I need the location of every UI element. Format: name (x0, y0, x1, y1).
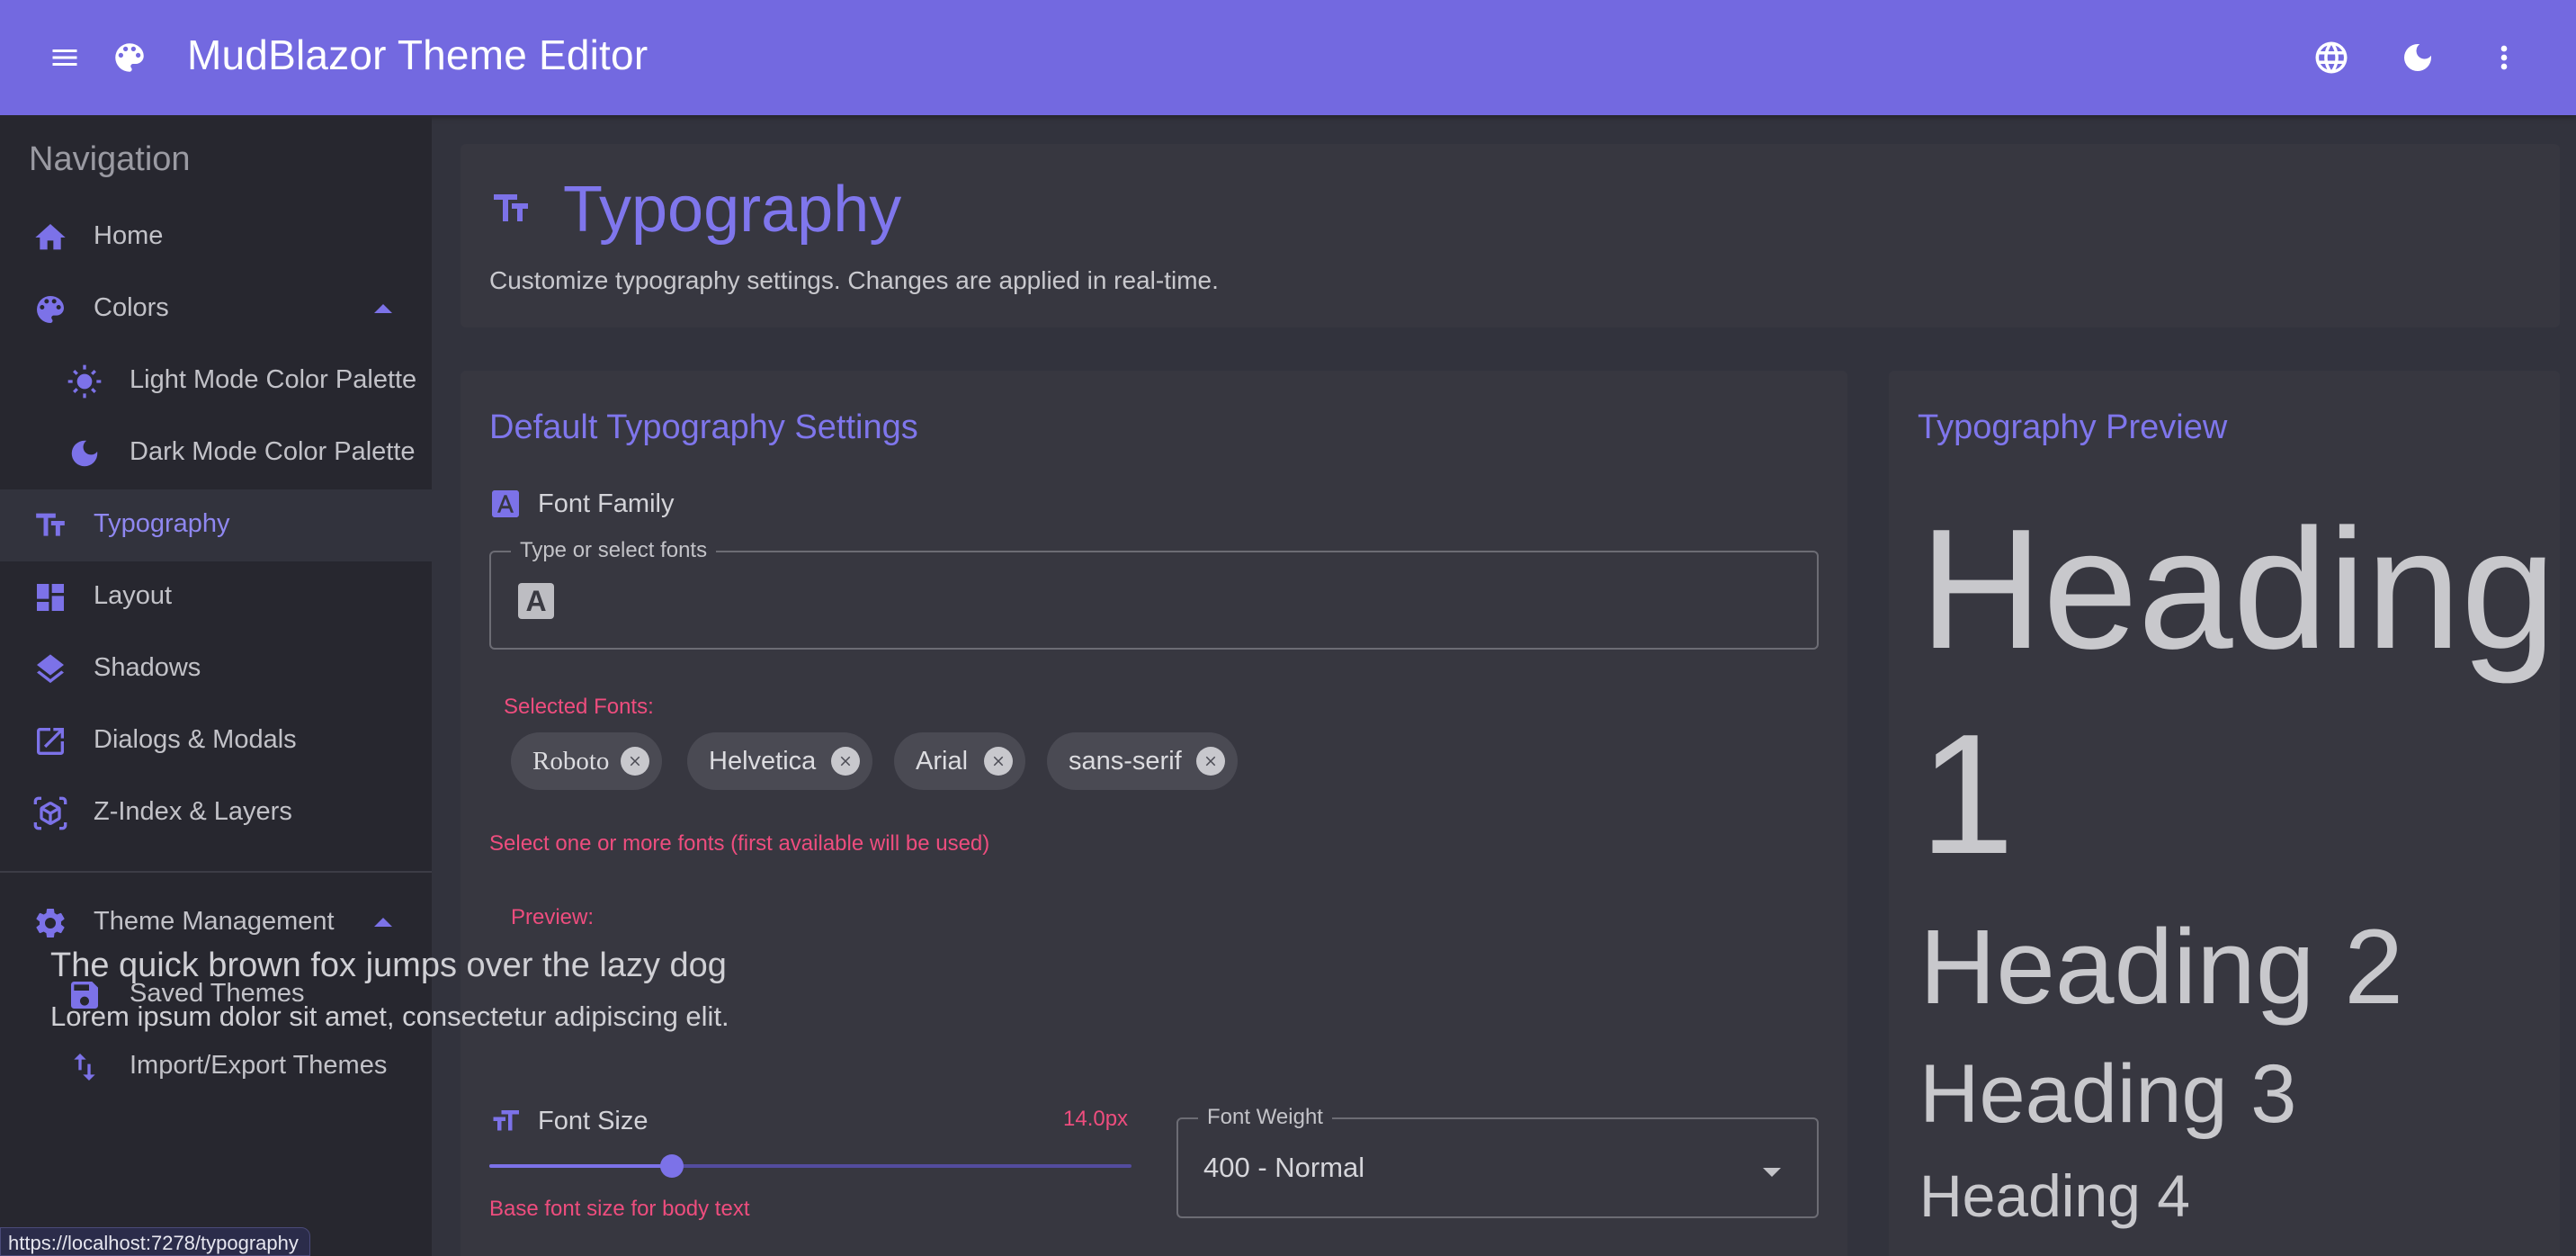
font-family-label-row: Font Family (489, 488, 674, 520)
sidebar-item-label: Colors (94, 293, 169, 322)
sidebar-item-dialogs[interactable]: Dialogs & Modals (0, 705, 432, 777)
nav-drawer: Navigation Home Colors Light Mode Color … (0, 115, 432, 1256)
font-weight-legend: Font Weight (1198, 1105, 1332, 1130)
sidebar-item-typography[interactable]: Typography (0, 489, 432, 561)
expand-less-icon[interactable] (374, 304, 392, 313)
format-size-icon (489, 1105, 522, 1137)
sidebar-item-dark-palette[interactable]: Dark Mode Color Palette (0, 417, 432, 489)
text-fields-icon (32, 507, 68, 543)
preview-sentence: The quick brown fox jumps over the lazy … (50, 946, 727, 984)
page-title: Typography (563, 174, 902, 246)
chip-close-icon[interactable] (984, 747, 1013, 776)
page-subtitle: Customize typography settings. Changes a… (489, 266, 1219, 294)
sidebar-item-home[interactable]: Home (0, 202, 432, 274)
nav-divider (0, 871, 432, 873)
dashboard-icon (32, 579, 68, 615)
font-helper-text: Select one or more fonts (first availabl… (489, 831, 990, 856)
layers-icon (32, 651, 68, 687)
expand-less-icon[interactable] (374, 918, 392, 927)
font-size-helper: Base font size for body text (489, 1197, 750, 1221)
sidebar-item-label: Import/Export Themes (130, 1051, 388, 1080)
font-letter-icon: A (518, 583, 554, 619)
sidebar-item-light-palette[interactable]: Light Mode Color Palette (0, 345, 432, 417)
sidebar-item-label: Typography (94, 509, 230, 538)
font-weight-value: 400 - Normal (1203, 1152, 1365, 1183)
menu-icon[interactable] (43, 36, 86, 79)
palette-icon (32, 292, 68, 327)
preview-label: Preview: (511, 905, 595, 929)
heading-4-preview: Heading 4 (1919, 1162, 2190, 1229)
sidebar-item-label: Dark Mode Color Palette (130, 437, 416, 466)
page-header-card: Typography Customize typography settings… (461, 144, 2560, 327)
sidebar-item-import-export[interactable]: Import/Export Themes (0, 1031, 432, 1103)
dark-mode-icon[interactable] (2396, 36, 2439, 79)
selected-fonts-label: Selected Fonts: (504, 695, 654, 719)
text-fields-icon (489, 187, 532, 230)
heading-1-preview-number: 1 (1919, 699, 2015, 890)
sidebar-item-label: Theme Management (94, 907, 335, 936)
chip-label: sans-serif (1069, 746, 1182, 776)
sidebar-item-label: Dialogs & Modals (94, 725, 297, 754)
sidebar-item-shadows[interactable]: Shadows (0, 633, 432, 705)
font-chip[interactable]: Helvetica (687, 732, 872, 790)
sidebar-item-layout[interactable]: Layout (0, 561, 432, 633)
font-size-slider-fill (489, 1164, 673, 1168)
chip-label: Helvetica (709, 746, 817, 776)
preview-lorem: Lorem ipsum dolor sit amet, consectetur … (50, 1000, 729, 1032)
heading-2-preview: Heading 2 (1919, 908, 2403, 1027)
sidebar-item-colors[interactable]: Colors (0, 274, 432, 345)
heading-3-preview: Heading 3 (1919, 1048, 2297, 1140)
sidebar-item-label: Z-Index & Layers (94, 797, 292, 826)
font-family-input[interactable]: Type or select fonts A (489, 538, 1819, 650)
status-bar-url: https://localhost:7278/typography (0, 1227, 310, 1256)
font-input-legend: Type or select fonts (511, 538, 717, 563)
font-chip[interactable]: sans-serif (1047, 732, 1238, 790)
chip-close-icon[interactable] (621, 747, 649, 776)
sun-icon (67, 363, 103, 399)
font-chip[interactable]: Roboto (511, 732, 662, 790)
settings-icon (32, 905, 68, 941)
sidebar-item-label: Light Mode Color Palette (130, 365, 417, 394)
sidebar-item-label: Layout (94, 581, 173, 610)
more-vert-icon[interactable] (2482, 36, 2526, 79)
font-weight-select[interactable]: Font Weight 400 - Normal (1176, 1105, 1819, 1218)
chip-label: Roboto (532, 746, 610, 776)
moon-icon (67, 435, 103, 471)
heading-1-preview: Heading (1919, 494, 2556, 685)
app-title: MudBlazor Theme Editor (187, 31, 648, 78)
sidebar-item-zindex[interactable]: Z-Index & Layers (0, 777, 432, 849)
app-bar: MudBlazor Theme Editor (0, 0, 2576, 115)
import-export-icon (67, 1049, 103, 1085)
home-icon (32, 220, 68, 256)
font-family-label: Font Family (538, 489, 675, 518)
sidebar-item-label: Shadows (94, 653, 201, 682)
globe-icon[interactable] (2310, 36, 2353, 79)
section-title: Default Typography Settings (489, 408, 918, 446)
open-in-new-icon (32, 723, 68, 759)
chip-close-icon[interactable] (1196, 747, 1225, 776)
chip-close-icon[interactable] (831, 747, 860, 776)
font-size-value: 14.0px (1063, 1107, 1129, 1131)
nav-title: Navigation (29, 140, 191, 178)
sidebar-item-label: Home (94, 221, 164, 250)
palette-icon (108, 36, 151, 79)
chip-label: Arial (916, 746, 969, 776)
font-chip[interactable]: Arial (894, 732, 1025, 790)
arrow-drop-down-icon (1763, 1168, 1781, 1177)
view-in-ar-icon (32, 795, 68, 831)
font-download-icon (489, 488, 522, 520)
preview-title: Typography Preview (1918, 408, 2228, 446)
font-size-label: Font Size (538, 1106, 648, 1135)
font-size-label-row: Font Size (489, 1105, 648, 1137)
